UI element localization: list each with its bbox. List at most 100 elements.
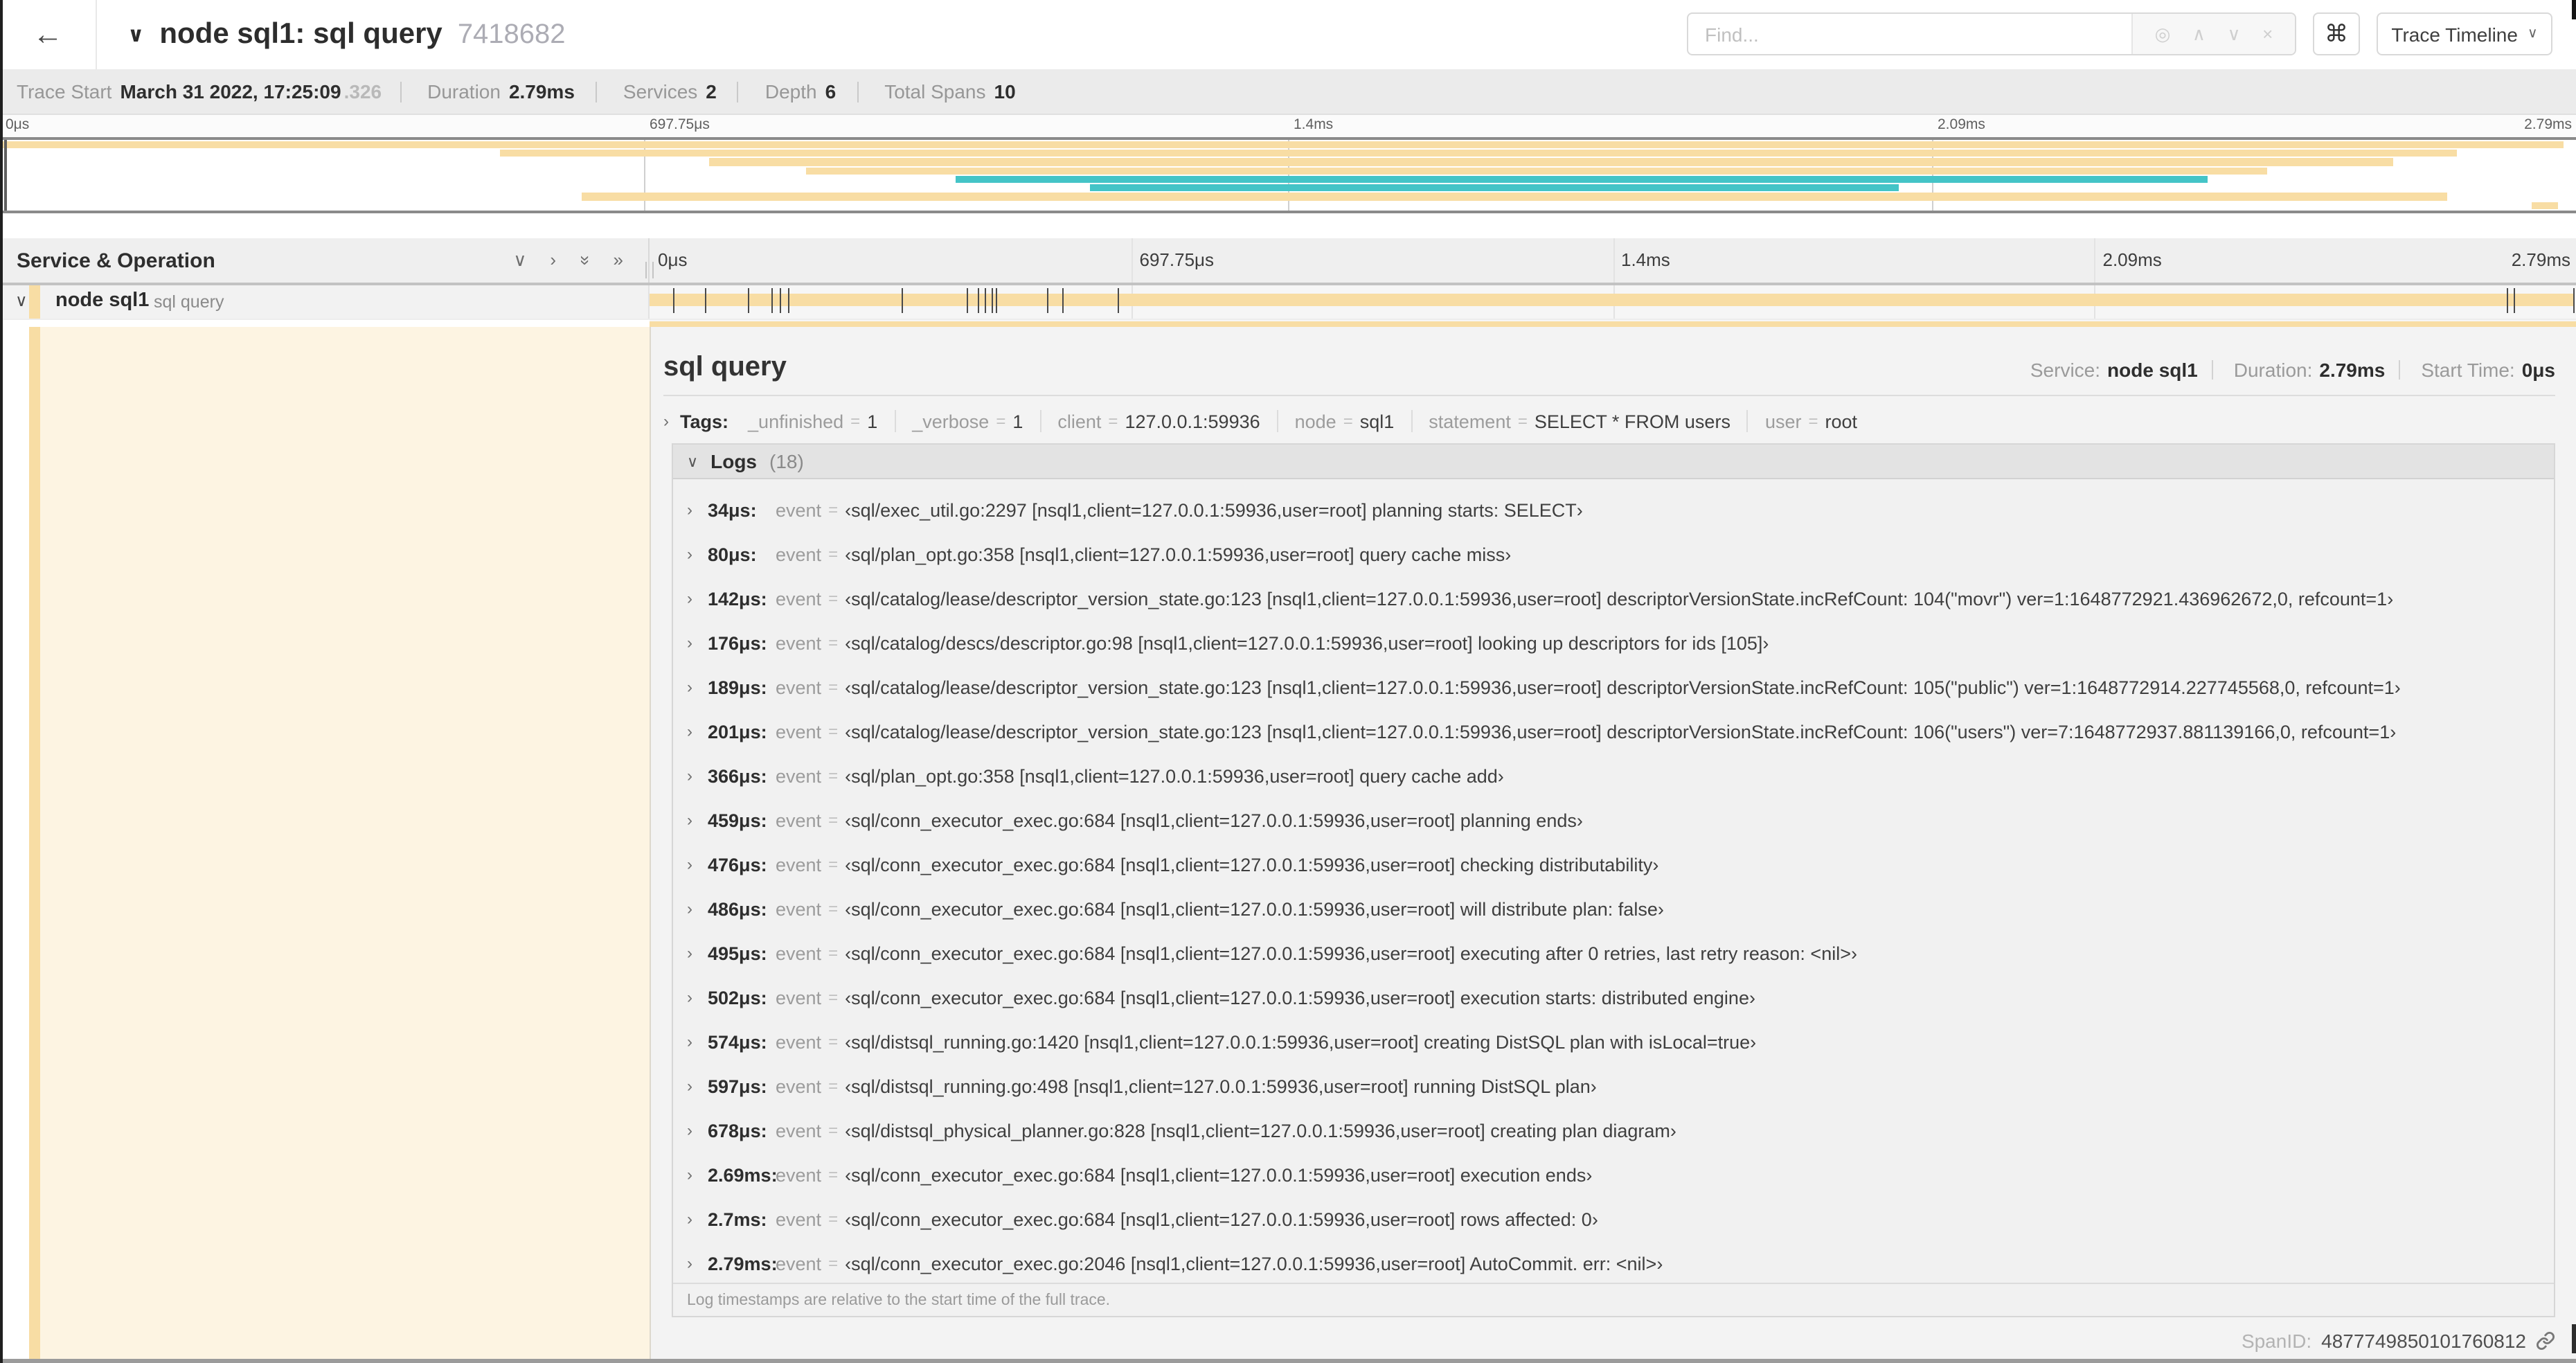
equals-sign: = <box>828 589 839 608</box>
span-row[interactable]: ∨ node sql1 sql query <box>0 285 2576 320</box>
log-marker-tick <box>771 288 773 313</box>
span-detail-meta: Service: node sql1 Duration: 2.79ms Star… <box>2030 359 2555 381</box>
tags-row[interactable]: › Tags: _unfinished = 1 _verbose = 1 cli… <box>663 406 2555 436</box>
log-expand-icon[interactable]: › <box>687 633 708 652</box>
log-expand-icon[interactable]: › <box>687 943 708 963</box>
trace-info-item: Services 2 <box>578 80 719 103</box>
tag-key: client <box>1057 411 1102 431</box>
log-marker-tick <box>985 288 987 313</box>
log-row[interactable]: › 476μs: event = ‹sql/conn_executor_exec… <box>673 842 2554 887</box>
log-row[interactable]: › 2.7ms: event = ‹sql/conn_executor_exec… <box>673 1197 2554 1241</box>
span-collapse-icon[interactable]: ∨ <box>15 291 28 310</box>
right-scrollbar-thumb-bottom[interactable] <box>2572 1324 2576 1353</box>
log-expand-icon[interactable]: › <box>687 677 708 697</box>
log-expand-icon[interactable]: › <box>687 1209 708 1229</box>
span-row-timeline-cell[interactable] <box>650 285 2576 319</box>
trace-view-select[interactable]: Trace Timeline ∨ <box>2377 12 2552 55</box>
expand-one-icon[interactable]: › <box>550 249 556 271</box>
equals-sign: = <box>828 1209 839 1229</box>
equals-sign: = <box>828 855 839 874</box>
detail-row-span-bar <box>650 321 2576 326</box>
left-scrollbar[interactable] <box>0 0 3 1363</box>
clear-search-icon[interactable]: × <box>2262 24 2273 44</box>
logs-collapse-icon[interactable]: ∨ <box>687 452 698 470</box>
span-meta-label: Service: <box>2030 359 2101 381</box>
minimap-canvas[interactable] <box>0 137 2576 213</box>
find-input[interactable] <box>1688 14 2131 54</box>
locate-icon[interactable]: ◎ <box>2155 23 2171 45</box>
log-row[interactable]: › 574μs: event = ‹sql/distsql_running.go… <box>673 1019 2554 1064</box>
equals-sign: = <box>828 677 839 697</box>
log-expand-icon[interactable]: › <box>687 1121 708 1140</box>
log-message: ‹sql/distsql_physical_planner.go:828 [ns… <box>845 1120 1676 1141</box>
log-expand-icon[interactable]: › <box>687 589 708 608</box>
equals-sign: = <box>1517 411 1528 431</box>
deep-link-icon[interactable] <box>2536 1331 2555 1351</box>
span-row-name-cell[interactable]: ∨ node sql1 sql query <box>0 285 650 319</box>
logs-header[interactable]: ∨ Logs (18) <box>673 445 2554 479</box>
minimap-ruler: 0μs 697.75μs 1.4ms 2.09ms 2.79ms <box>0 115 2576 137</box>
log-expand-icon[interactable]: › <box>687 1254 708 1273</box>
log-row[interactable]: › 34μs: event = ‹sql/exec_util.go:2297 [… <box>673 488 2554 532</box>
bottom-scrollbar-track[interactable] <box>0 1359 2576 1363</box>
logs-count: (18) <box>769 450 804 472</box>
equals-sign: = <box>996 411 1006 431</box>
log-row[interactable]: › 495μs: event = ‹sql/conn_executor_exec… <box>673 931 2554 975</box>
log-expand-icon[interactable]: › <box>687 1076 708 1096</box>
trace-info-label: Trace Start <box>17 80 112 103</box>
log-expand-icon[interactable]: › <box>687 500 708 519</box>
expand-all-icon[interactable]: » <box>614 249 623 271</box>
keyboard-shortcuts-button[interactable]: ⌘ <box>2313 12 2360 55</box>
back-button[interactable]: ← <box>0 0 97 69</box>
log-row[interactable]: › 2.69ms: event = ‹sql/conn_executor_exe… <box>673 1152 2554 1197</box>
log-row[interactable]: › 176μs: event = ‹sql/catalog/descs/desc… <box>673 621 2554 665</box>
log-expand-icon[interactable]: › <box>687 722 708 741</box>
log-expand-icon[interactable]: › <box>687 766 708 785</box>
log-row[interactable]: › 2.79ms: event = ‹sql/conn_executor_exe… <box>673 1241 2554 1283</box>
log-expand-icon[interactable]: › <box>687 1032 708 1051</box>
log-timestamp: 502μs: <box>708 987 767 1008</box>
log-row[interactable]: › 502μs: event = ‹sql/conn_executor_exec… <box>673 975 2554 1019</box>
log-row[interactable]: › 678μs: event = ‹sql/distsql_physical_p… <box>673 1108 2554 1152</box>
span-meta-label: Duration: <box>2233 359 2313 381</box>
span-duration-bar[interactable] <box>650 294 2575 306</box>
prev-match-icon[interactable]: ∧ <box>2192 23 2206 45</box>
log-row[interactable]: › 459μs: event = ‹sql/conn_executor_exec… <box>673 798 2554 842</box>
tag-value: 1 <box>1012 411 1023 431</box>
log-expand-icon[interactable]: › <box>687 544 708 564</box>
right-scrollbar-thumb-top[interactable] <box>2572 0 2576 19</box>
log-timestamp: 189μs: <box>708 677 767 697</box>
span-operation-name: sql query <box>154 292 224 312</box>
log-row[interactable]: › 80μs: event = ‹sql/plan_opt.go:358 [ns… <box>673 532 2554 576</box>
service-operation-title: Service & Operation <box>17 249 215 273</box>
tags-expand-icon[interactable]: › <box>663 411 669 431</box>
collapse-one-icon[interactable]: ∨ <box>513 249 526 271</box>
log-row[interactable]: › 486μs: event = ‹sql/conn_executor_exec… <box>673 887 2554 931</box>
collapse-controls: ∨ › » » <box>513 249 623 271</box>
span-detail-title: sql query <box>663 352 787 382</box>
log-row[interactable]: › 142μs: event = ‹sql/catalog/lease/desc… <box>673 576 2554 621</box>
minimap-range-handle[interactable] <box>4 140 7 211</box>
log-marker-tick <box>747 288 749 313</box>
tag-item: _unfinished = 1 <box>748 411 877 431</box>
log-expand-icon[interactable]: › <box>687 988 708 1007</box>
log-row[interactable]: › 201μs: event = ‹sql/catalog/lease/desc… <box>673 709 2554 754</box>
log-message: ‹sql/conn_executor_exec.go:684 [nsql1,cl… <box>845 987 1755 1008</box>
span-id-label: SpanID: <box>2241 1330 2312 1352</box>
log-field-name: event <box>776 854 822 875</box>
collapse-trace-icon[interactable]: ∨ <box>127 22 144 47</box>
equals-sign: = <box>828 1121 839 1140</box>
next-match-icon[interactable]: ∨ <box>2228 23 2241 45</box>
log-expand-icon[interactable]: › <box>687 1165 708 1184</box>
log-row[interactable]: › 189μs: event = ‹sql/catalog/lease/desc… <box>673 665 2554 709</box>
log-expand-icon[interactable]: › <box>687 810 708 830</box>
timeline-tick-label: 697.75μs <box>1139 249 1215 270</box>
log-marker-tick <box>991 288 993 313</box>
timeline-minimap[interactable]: 0μs 697.75μs 1.4ms 2.09ms 2.79ms <box>0 115 2576 213</box>
log-expand-icon[interactable]: › <box>687 899 708 918</box>
collapse-all-icon[interactable]: » <box>573 256 596 265</box>
column-resize-handle[interactable] <box>645 262 654 278</box>
log-row[interactable]: › 366μs: event = ‹sql/plan_opt.go:358 [n… <box>673 754 2554 798</box>
log-row[interactable]: › 597μs: event = ‹sql/distsql_running.go… <box>673 1064 2554 1108</box>
log-expand-icon[interactable]: › <box>687 855 708 874</box>
